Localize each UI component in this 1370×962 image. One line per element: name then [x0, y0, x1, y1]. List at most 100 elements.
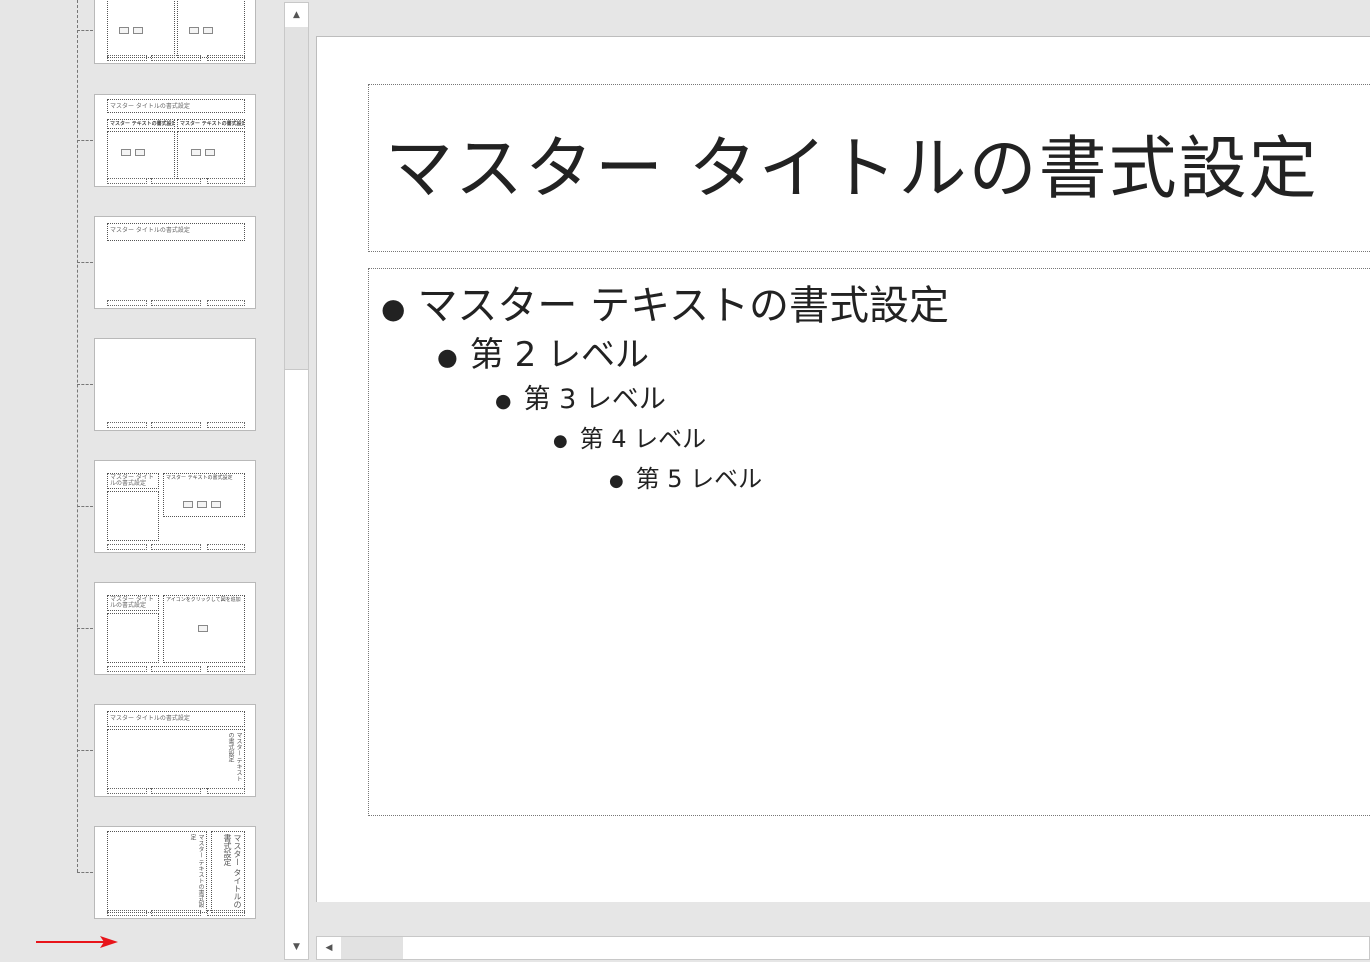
- slide-title[interactable]: マスター タイトルの書式設定: [385, 113, 1319, 212]
- thumb-date-ph: [107, 910, 147, 916]
- layout-thumbnail-title-only[interactable]: マスター タイトルの書式設定: [94, 216, 256, 309]
- content-icon: [183, 501, 193, 508]
- bullet-icon: ●: [553, 430, 568, 450]
- content-icon: [189, 27, 199, 34]
- thumb-footer-ph: [151, 300, 201, 306]
- thumb-number-ph: [207, 55, 245, 61]
- thumb-footer-ph: [151, 666, 201, 672]
- layout-connector-tick: [77, 628, 93, 629]
- thumb-vertical-text: マスター テキストの書式設定: [189, 834, 204, 908]
- text-level-5[interactable]: ● 第 5 レベル: [609, 459, 762, 494]
- thumb-caption-ph: [107, 491, 159, 541]
- content-icon: [211, 501, 221, 508]
- bullet-icon: ●: [437, 342, 458, 371]
- thumb-date-ph: [107, 788, 147, 794]
- thumb-date-ph: [107, 300, 147, 306]
- text-level-4-label: 第 4 レベル: [579, 425, 707, 453]
- thumb-number-ph: [207, 178, 245, 184]
- thumb-footer-ph: [151, 788, 201, 794]
- content-icon: [203, 27, 213, 34]
- layout-connector-tick: [77, 750, 93, 751]
- layout-connector-tick: [77, 506, 93, 507]
- scroll-up-button[interactable]: ▲: [285, 3, 308, 27]
- content-icon: [133, 27, 143, 34]
- text-level-2-label: 第 2 レベル: [469, 335, 650, 375]
- scroll-down-button[interactable]: ▼: [285, 935, 308, 959]
- layout-connector-line: [77, 0, 78, 872]
- thumb-date-ph: [107, 422, 147, 428]
- layout-thumbnail-two-content-partial[interactable]: [94, 0, 256, 64]
- body-text-placeholder[interactable]: ● マスター テキストの書式設定 ● 第 2 レベル ● 第 3 レベル ● 第 4 レ…: [368, 268, 1370, 816]
- thumb-number-ph: [207, 544, 245, 550]
- scrollbar-thumb[interactable]: [285, 369, 308, 935]
- thumb-right-heading: マスター テキストの書式設定: [177, 119, 245, 129]
- text-level-5-label: 第 5 レベル: [635, 465, 763, 493]
- text-level-1[interactable]: ● マスター テキストの書式設定: [381, 273, 949, 331]
- thumb-vertical-title-ph: マスター タイトルの書式設定: [211, 831, 245, 913]
- thumb-left-heading: マスター テキストの書式設定: [107, 119, 175, 129]
- text-level-4[interactable]: ● 第 4 レベル: [553, 419, 706, 454]
- content-icon: [205, 149, 215, 156]
- red-arrow-icon: [36, 936, 118, 948]
- thumb-date-ph: [107, 666, 147, 672]
- thumb-number-ph: [207, 422, 245, 428]
- thumb-number-ph: [207, 300, 245, 306]
- layout-connector-tick: [77, 262, 93, 263]
- thumb-vertical-content-ph: マスター テキストの書式設定: [107, 729, 245, 789]
- scrollbar-track[interactable]: [285, 27, 308, 369]
- thumb-date-ph: [107, 55, 147, 61]
- down-arrow-icon: ▼: [293, 942, 300, 952]
- thumb-vertical-text: マスター テキストの書式設定: [227, 732, 242, 782]
- content-icon: [197, 501, 207, 508]
- content-icon: [119, 27, 129, 34]
- thumb-number-ph: [207, 788, 245, 794]
- layout-thumbnail-pane: マスター タイトルの書式設定 マスター テキストの書式設定 マスター テキストの…: [0, 0, 284, 962]
- layout-thumbnail-comparison[interactable]: マスター タイトルの書式設定 マスター テキストの書式設定 マスター テキストの…: [94, 94, 256, 187]
- thumb-title-ph: マスター タイトルの書式設定: [107, 99, 245, 113]
- thumb-footer-ph: [151, 544, 201, 550]
- layout-thumbnail-vertical-title-text[interactable]: マスター テキストの書式設定 マスター タイトルの書式設定: [94, 826, 256, 919]
- layout-thumbnail-picture-with-caption[interactable]: マスター タイトルの書式設定 アイコンをクリックして図を追加: [94, 582, 256, 675]
- text-level-2[interactable]: ● 第 2 レベル: [437, 327, 649, 376]
- scroll-left-button[interactable]: ◀: [317, 937, 341, 959]
- slide-editing-canvas[interactable]: マスター タイトルの書式設定 ● マスター テキストの書式設定 ● 第 2 レベル …: [316, 36, 1370, 902]
- thumb-footer-ph: [151, 910, 201, 916]
- scrollbar-thumb[interactable]: [341, 937, 403, 959]
- content-icon: [191, 149, 201, 156]
- left-arrow-icon: ◀: [325, 943, 333, 953]
- powerpoint-slide-master-view: マスター タイトルの書式設定 マスター テキストの書式設定 マスター テキストの…: [0, 0, 1370, 962]
- thumb-number-ph: [207, 910, 245, 916]
- title-placeholder[interactable]: マスター タイトルの書式設定: [368, 84, 1370, 252]
- thumb-title-ph: マスター タイトルの書式設定: [107, 595, 159, 611]
- bullet-icon: ●: [381, 291, 406, 325]
- text-level-3[interactable]: ● 第 3 レベル: [495, 377, 666, 416]
- content-icon: [135, 149, 145, 156]
- bullet-icon: ●: [495, 389, 512, 412]
- layout-connector-tick: [77, 872, 93, 873]
- thumb-title-ph: マスター タイトルの書式設定: [107, 711, 245, 727]
- thumb-content-ph: マスター テキストの書式設定: [163, 473, 245, 517]
- content-icon: [121, 149, 131, 156]
- layout-thumbnail-title-vertical-text[interactable]: マスター タイトルの書式設定 マスター テキストの書式設定: [94, 704, 256, 797]
- thumb-vertical-title: マスター タイトルの書式設定: [223, 834, 242, 909]
- thumb-title-ph: マスター タイトルの書式設定: [107, 223, 245, 241]
- layout-thumbnail-blank[interactable]: [94, 338, 256, 431]
- thumb-footer-ph: [151, 55, 201, 61]
- layout-thumbnail-content-with-caption[interactable]: マスター タイトルの書式設定 マスター テキストの書式設定: [94, 460, 256, 553]
- layout-connector-tick: [77, 30, 93, 31]
- thumb-title-ph: マスター タイトルの書式設定: [107, 473, 159, 489]
- thumbnail-pane-scrollbar[interactable]: ▲ ▼: [284, 2, 309, 960]
- editor-top-margin: [316, 0, 1370, 36]
- bullet-icon: ●: [609, 470, 624, 490]
- editor-horizontal-scrollbar[interactable]: ◀: [316, 936, 1370, 960]
- up-arrow-icon: ▲: [293, 10, 300, 20]
- thumb-footer-ph: [151, 178, 201, 184]
- thumb-footer-ph: [151, 422, 201, 428]
- thumb-vertical-content-ph: マスター テキストの書式設定: [107, 831, 207, 913]
- text-level-3-label: 第 3 レベル: [523, 384, 666, 415]
- thumb-date-ph: [107, 544, 147, 550]
- thumb-number-ph: [207, 666, 245, 672]
- thumb-caption-ph: [107, 613, 159, 663]
- text-level-1-label: マスター テキストの書式設定: [417, 283, 949, 329]
- picture-icon: [198, 625, 208, 632]
